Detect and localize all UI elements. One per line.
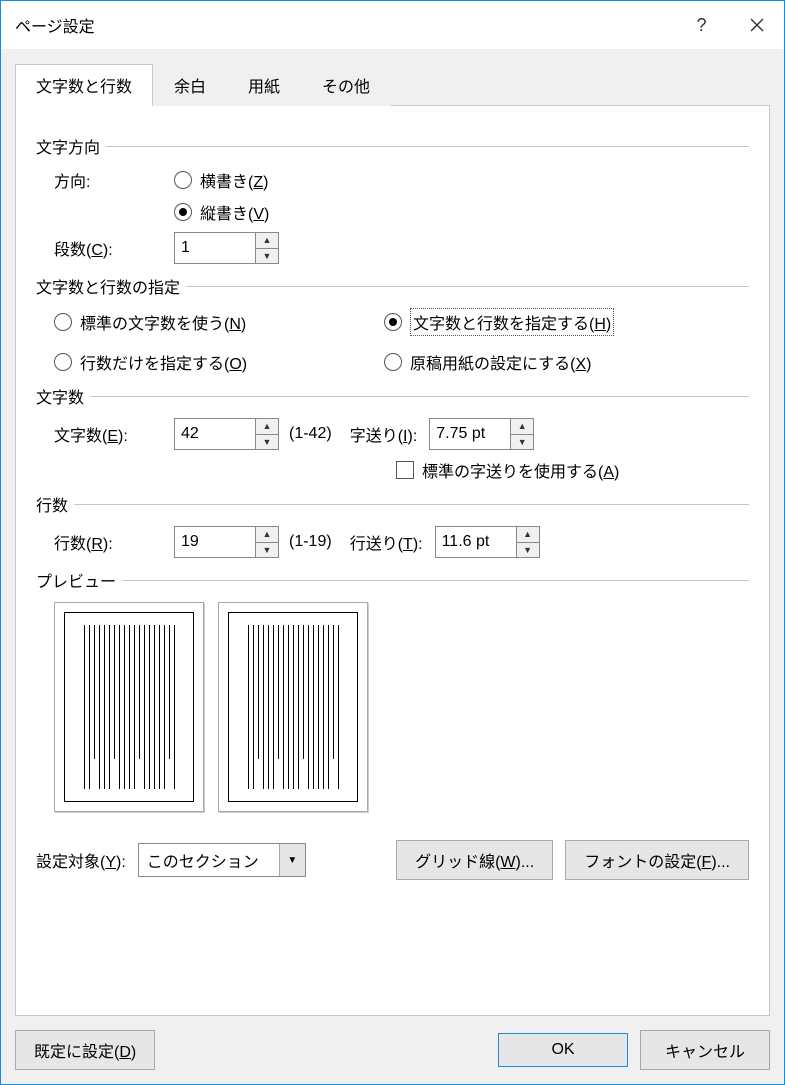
font-settings-button[interactable]: フォントの設定(F)... <box>565 840 749 880</box>
radio-icon <box>174 203 192 221</box>
radio-icon <box>384 313 402 331</box>
apply-to-select[interactable]: このセクション ▼ <box>138 843 306 877</box>
spin-up-icon[interactable]: ▲ <box>517 527 539 542</box>
spin-down-icon[interactable]: ▼ <box>256 248 278 264</box>
group-label-chars: 文字数 <box>36 384 84 408</box>
lines-range: (1-19) <box>289 533 332 551</box>
spin-down-icon[interactable]: ▼ <box>517 542 539 558</box>
group-text-direction: 文字方向 <box>36 134 749 158</box>
radio-manuscript-paper[interactable]: 原稿用紙の設定にする(X) <box>384 350 749 374</box>
opt-label: 文字数と行数を指定する(H) <box>410 308 614 336</box>
tab-bar: 文字数と行数 余白 用紙 その他 <box>15 63 770 106</box>
radio-horizontal[interactable]: 横書き(Z) <box>174 168 268 192</box>
dialog-footer: 既定に設定(D) OK キャンセル <box>1 1016 784 1084</box>
row-chars: 文字数(E): ▲ ▼ (1-42) 字送り(I): ▲ ▼ <box>36 418 749 450</box>
preview-page-2 <box>218 602 368 812</box>
tab-paper[interactable]: 用紙 <box>227 64 301 106</box>
bottom-controls: 設定対象(Y): このセクション ▼ グリッド線(W)... フォントの設定(F… <box>36 840 749 880</box>
checkbox-std-pitch-label: 標準の字送りを使用する(A) <box>422 458 619 482</box>
gridlines-button[interactable]: グリッド線(W)... <box>396 840 553 880</box>
group-chars: 文字数 <box>36 384 749 408</box>
columns-spinner[interactable]: ▲ ▼ <box>174 232 279 264</box>
chars-count-spinner[interactable]: ▲ ▼ <box>174 418 279 450</box>
chars-range: (1-42) <box>289 425 332 443</box>
direction-label: 方向: <box>54 168 174 192</box>
ok-button[interactable]: OK <box>498 1033 628 1067</box>
chars-count-label: 文字数(E): <box>54 422 174 446</box>
group-divider <box>122 580 749 581</box>
group-divider <box>106 146 749 147</box>
help-button[interactable]: ? <box>674 1 729 49</box>
group-divider <box>186 286 749 287</box>
row-lines: 行数(R): ▲ ▼ (1-19) 行送り(T): ▲ ▼ <box>36 526 749 558</box>
spin-up-icon[interactable]: ▲ <box>256 233 278 248</box>
group-lines: 行数 <box>36 492 749 516</box>
radio-standard-chars[interactable]: 標準の文字数を使う(N) <box>54 308 384 336</box>
group-spec: 文字数と行数の指定 <box>36 274 749 298</box>
spin-up-icon[interactable]: ▲ <box>256 419 278 434</box>
opt-label: 標準の文字数を使う(N) <box>80 310 246 334</box>
group-divider <box>74 504 749 505</box>
group-label-lines: 行数 <box>36 492 68 516</box>
char-pitch-spinner[interactable]: ▲ ▼ <box>429 418 534 450</box>
tab-margins[interactable]: 余白 <box>153 64 227 106</box>
group-preview: プレビュー <box>36 568 749 592</box>
apply-to-value: このセクション <box>139 844 279 876</box>
columns-input[interactable] <box>175 233 255 263</box>
spin-down-icon[interactable]: ▼ <box>256 434 278 450</box>
dialog-content: 文字数と行数 余白 用紙 その他 文字方向 方向: 横書き(Z) <box>1 49 784 1016</box>
radio-icon <box>174 171 192 189</box>
close-icon <box>750 18 764 32</box>
lines-count-spinner[interactable]: ▲ ▼ <box>174 526 279 558</box>
group-label-spec: 文字数と行数の指定 <box>36 274 180 298</box>
line-pitch-spinner[interactable]: ▲ ▼ <box>435 526 540 558</box>
title-bar: ページ設定 ? <box>1 1 784 49</box>
opt-label: 原稿用紙の設定にする(X) <box>410 350 592 374</box>
radio-lines-only[interactable]: 行数だけを指定する(O) <box>54 350 384 374</box>
row-direction: 方向: 横書き(Z) <box>36 168 749 192</box>
set-default-button[interactable]: 既定に設定(D) <box>15 1030 155 1070</box>
tab-chars-lines[interactable]: 文字数と行数 <box>15 64 153 106</box>
spin-down-icon[interactable]: ▼ <box>511 434 533 450</box>
chars-count-input[interactable] <box>175 419 255 449</box>
tab-other[interactable]: その他 <box>301 64 391 106</box>
preview-page-1 <box>54 602 204 812</box>
page-setup-dialog: ページ設定 ? 文字数と行数 余白 用紙 その他 文字方向 方向: 横書き(Z) <box>0 0 785 1085</box>
row-direction-vert: 縦書き(V) <box>36 200 749 224</box>
group-label-text-direction: 文字方向 <box>36 134 100 158</box>
checkbox-std-pitch[interactable] <box>396 461 414 479</box>
group-divider <box>90 396 749 397</box>
lines-count-label: 行数(R): <box>54 530 174 554</box>
radio-vertical-label: 縦書き(V) <box>200 200 269 224</box>
preview-pages <box>36 602 749 812</box>
radio-specify-chars-lines[interactable]: 文字数と行数を指定する(H) <box>384 308 749 336</box>
line-pitch-input[interactable] <box>436 527 516 557</box>
char-pitch-label: 字送り(I): <box>350 422 418 446</box>
tab-panel: 文字方向 方向: 横書き(Z) 縦書き(V) 段数(C): <box>15 106 770 1016</box>
row-std-pitch: 標準の字送りを使用する(A) <box>36 458 749 482</box>
char-pitch-input[interactable] <box>430 419 510 449</box>
opt-label: 行数だけを指定する(O) <box>80 350 247 374</box>
radio-icon <box>384 353 402 371</box>
row-columns: 段数(C): ▲ ▼ <box>36 232 749 264</box>
columns-label: 段数(C): <box>54 236 174 260</box>
lines-count-input[interactable] <box>175 527 255 557</box>
radio-vertical[interactable]: 縦書き(V) <box>174 200 269 224</box>
apply-to-label: 設定対象(Y): <box>36 848 126 872</box>
cancel-button[interactable]: キャンセル <box>640 1030 770 1070</box>
line-pitch-label: 行送り(T): <box>350 530 423 554</box>
spec-options: 標準の文字数を使う(N) 文字数と行数を指定する(H) 行数だけを指定する(O)… <box>36 308 749 374</box>
group-label-preview: プレビュー <box>36 568 116 592</box>
spin-down-icon[interactable]: ▼ <box>256 542 278 558</box>
radio-horizontal-label: 横書き(Z) <box>200 168 268 192</box>
spin-up-icon[interactable]: ▲ <box>511 419 533 434</box>
close-button[interactable] <box>729 1 784 49</box>
radio-icon <box>54 313 72 331</box>
spin-up-icon[interactable]: ▲ <box>256 527 278 542</box>
chevron-down-icon: ▼ <box>279 844 305 876</box>
radio-icon <box>54 353 72 371</box>
dialog-title: ページ設定 <box>15 13 674 37</box>
